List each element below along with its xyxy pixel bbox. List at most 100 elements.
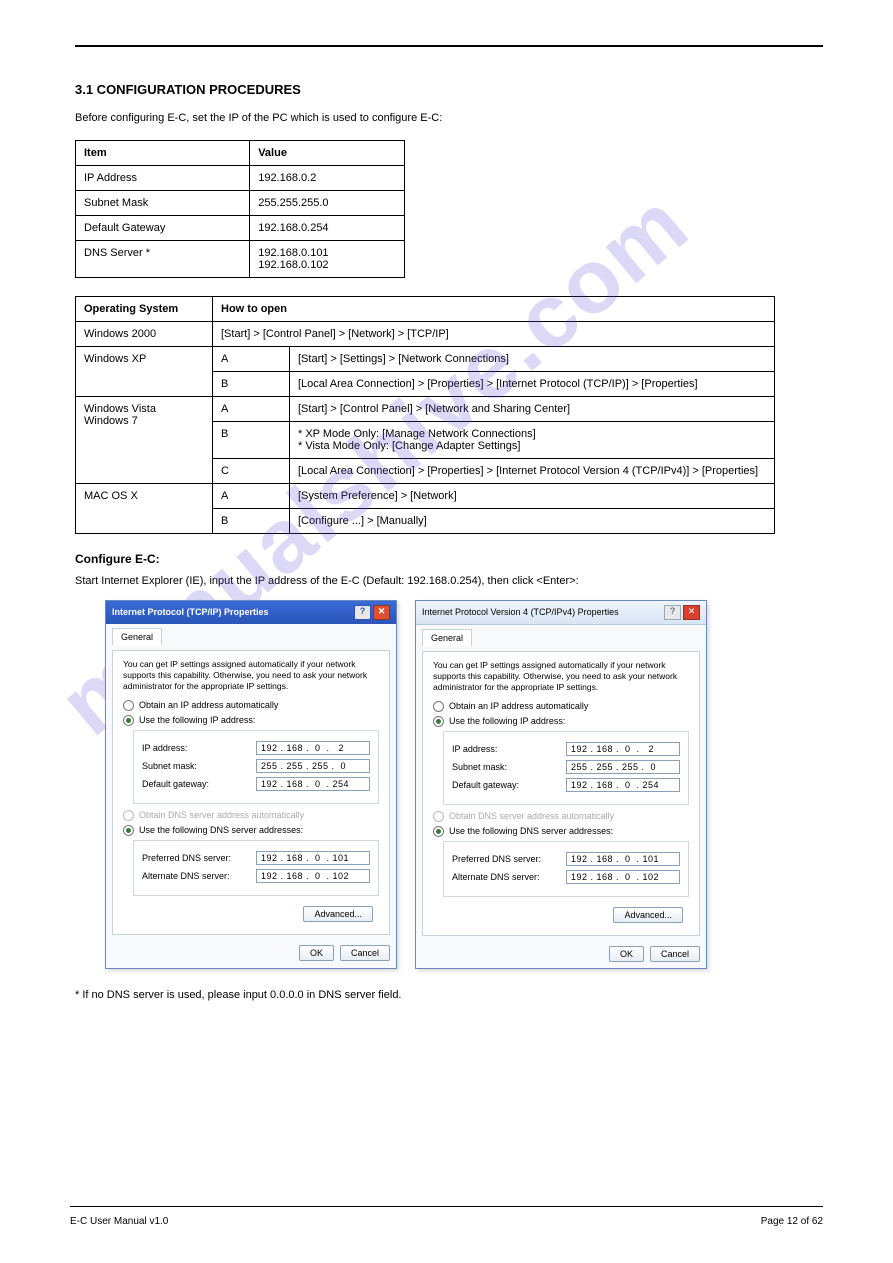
subsection-title: Configure E-C: xyxy=(75,552,823,566)
radio-label: Use the following IP address: xyxy=(139,715,255,725)
t2-mac-b-step: B xyxy=(213,509,290,534)
ok-button[interactable]: OK xyxy=(609,946,644,962)
t1-r2c1: 192.168.0.254 xyxy=(250,216,405,241)
t2-mac-a-text: [System Preference] > [Network] xyxy=(290,484,775,509)
ip-input[interactable]: 192 . 168 . 0 . 2 xyxy=(566,742,680,756)
radio-use-ip[interactable]: Use the following IP address: xyxy=(433,716,689,727)
adns-label: Alternate DNS server: xyxy=(142,871,230,881)
help-icon[interactable]: ? xyxy=(664,605,681,620)
table-row: Subnet Mask255.255.255.0 xyxy=(76,191,405,216)
table-row: IP Address192.168.0.2 xyxy=(76,166,405,191)
table-row: DNS Server *192.168.0.101 192.168.0.102 xyxy=(76,241,405,278)
t2-mac-a-step: A xyxy=(213,484,290,509)
t2-mac-b-text: [Configure ...] > [Manually] xyxy=(290,509,775,534)
adns-input[interactable]: 192 . 168 . 0 . 102 xyxy=(566,870,680,884)
gw-label: Default gateway: xyxy=(142,779,209,789)
ip-label: IP address: xyxy=(452,744,497,754)
radio-label: Obtain DNS server address automatically xyxy=(139,810,304,820)
radio-label: Obtain an IP address automatically xyxy=(449,701,588,711)
t1-r1c1: 255.255.255.0 xyxy=(250,191,405,216)
close-icon[interactable]: ✕ xyxy=(683,605,700,620)
os-instructions-table: Operating System How to open Windows 200… xyxy=(75,296,775,534)
table-row: Windows 2000 [Start] > [Control Panel] >… xyxy=(76,322,775,347)
radio-label: Obtain an IP address automatically xyxy=(139,700,278,710)
radio-icon xyxy=(433,701,444,712)
radio-obtain-dns: Obtain DNS server address automatically xyxy=(433,811,689,822)
ip-input[interactable]: 192 . 168 . 0 . 2 xyxy=(256,741,370,755)
radio-icon xyxy=(433,811,444,822)
adns-input[interactable]: 192 . 168 . 0 . 102 xyxy=(256,869,370,883)
titlebar: Internet Protocol Version 4 (TCP/IPv4) P… xyxy=(416,601,706,625)
tab-general[interactable]: General xyxy=(112,628,162,645)
mask-label: Subnet mask: xyxy=(142,761,197,771)
tab-general[interactable]: General xyxy=(422,629,472,646)
cancel-button[interactable]: Cancel xyxy=(340,945,390,961)
tcpip-dialog-xp: Internet Protocol (TCP/IP) Properties ? … xyxy=(105,600,397,969)
gw-label: Default gateway: xyxy=(452,780,519,790)
mask-input[interactable]: 255 . 255 . 255 . 0 xyxy=(256,759,370,773)
dialog-msg: You can get IP settings assigned automat… xyxy=(123,659,379,692)
pdns-label: Preferred DNS server: xyxy=(452,854,541,864)
t2-vista-b-step: B xyxy=(213,422,290,459)
pdns-input[interactable]: 192 . 168 . 0 . 101 xyxy=(566,852,680,866)
radio-use-dns[interactable]: Use the following DNS server addresses: xyxy=(433,826,689,837)
titlebar: Internet Protocol (TCP/IP) Properties ? … xyxy=(106,601,396,624)
radio-obtain-ip[interactable]: Obtain an IP address automatically xyxy=(123,700,379,711)
help-icon[interactable]: ? xyxy=(354,605,371,620)
gw-input[interactable]: 192 . 168 . 0 . 254 xyxy=(566,778,680,792)
advanced-button[interactable]: Advanced... xyxy=(303,906,373,922)
ip-config-table: Item Value IP Address192.168.0.2 Subnet … xyxy=(75,140,405,278)
table-row: MAC OS X A [System Preference] > [Networ… xyxy=(76,484,775,509)
t2-h1: How to open xyxy=(213,297,775,322)
dialog-body: You can get IP settings assigned automat… xyxy=(112,650,390,935)
radio-obtain-ip[interactable]: Obtain an IP address automatically xyxy=(433,701,689,712)
mask-input[interactable]: 255 . 255 . 255 . 0 xyxy=(566,760,680,774)
t2-vista-os: Windows Vista Windows 7 xyxy=(76,397,213,484)
radio-label: Use the following DNS server addresses: xyxy=(139,825,303,835)
t2-xp-b-text: [Local Area Connection] > [Properties] >… xyxy=(290,372,775,397)
t1-r1c0: Subnet Mask xyxy=(76,191,250,216)
t1-r0c1: 192.168.0.2 xyxy=(250,166,405,191)
radio-icon xyxy=(433,826,444,837)
ok-button[interactable]: OK xyxy=(299,945,334,961)
footnote: * If no DNS server is used, please input… xyxy=(75,987,823,1004)
gw-input[interactable]: 192 . 168 . 0 . 254 xyxy=(256,777,370,791)
para1: Start Internet Explorer (IE), input the … xyxy=(75,574,823,589)
radio-icon xyxy=(123,810,134,821)
ip-group: IP address: 192 . 168 . 0 . 2 Subnet mask… xyxy=(133,730,379,804)
t2-xp-a-step: A xyxy=(213,347,290,372)
section-title: 3.1 CONFIGURATION PROCEDURES xyxy=(75,82,823,97)
table-row: Windows Vista Windows 7 A [Start] > [Con… xyxy=(76,397,775,422)
ip-group: IP address: 192 . 168 . 0 . 2 Subnet mask… xyxy=(443,731,689,805)
radio-label: Use the following DNS server addresses: xyxy=(449,826,613,836)
cancel-button[interactable]: Cancel xyxy=(650,946,700,962)
radio-label: Use the following IP address: xyxy=(449,716,565,726)
footer-right: Page 12 of 62 xyxy=(761,1216,823,1227)
t1-r3c1: 192.168.0.101 192.168.0.102 xyxy=(250,241,405,278)
dialog-body: You can get IP settings assigned automat… xyxy=(422,651,700,936)
dialog-title: Internet Protocol Version 4 (TCP/IPv4) P… xyxy=(422,607,619,617)
t2-h0: Operating System xyxy=(76,297,213,322)
t2-xp-os: Windows XP xyxy=(76,347,213,397)
footer: E-C User Manual v1.0 Page 12 of 62 xyxy=(70,1216,823,1227)
radio-icon xyxy=(123,715,134,726)
t2-r0-os: Windows 2000 xyxy=(76,322,213,347)
t2-vista-a-step: A xyxy=(213,397,290,422)
table-row: Default Gateway192.168.0.254 xyxy=(76,216,405,241)
table-row: Windows XP A [Start] > [Settings] > [Net… xyxy=(76,347,775,372)
t2-r0-text: [Start] > [Control Panel] > [Network] > … xyxy=(213,322,775,347)
close-icon[interactable]: ✕ xyxy=(373,605,390,620)
t2-vista-b-text: * XP Mode Only: [Manage Network Connecti… xyxy=(290,422,775,459)
radio-use-dns[interactable]: Use the following DNS server addresses: xyxy=(123,825,379,836)
dns-group: Preferred DNS server: 192 . 168 . 0 . 101… xyxy=(443,841,689,897)
pdns-input[interactable]: 192 . 168 . 0 . 101 xyxy=(256,851,370,865)
mask-label: Subnet mask: xyxy=(452,762,507,772)
t1-r0c0: IP Address xyxy=(76,166,250,191)
t2-vista-a-text: [Start] > [Control Panel] > [Network and… xyxy=(290,397,775,422)
advanced-button[interactable]: Advanced... xyxy=(613,907,683,923)
section-intro: Before configuring E-C, set the IP of th… xyxy=(75,111,823,126)
table1-hdr-item: Item xyxy=(76,141,250,166)
ip-label: IP address: xyxy=(142,743,187,753)
radio-use-ip[interactable]: Use the following IP address: xyxy=(123,715,379,726)
t2-vista-c-text: [Local Area Connection] > [Properties] >… xyxy=(290,459,775,484)
